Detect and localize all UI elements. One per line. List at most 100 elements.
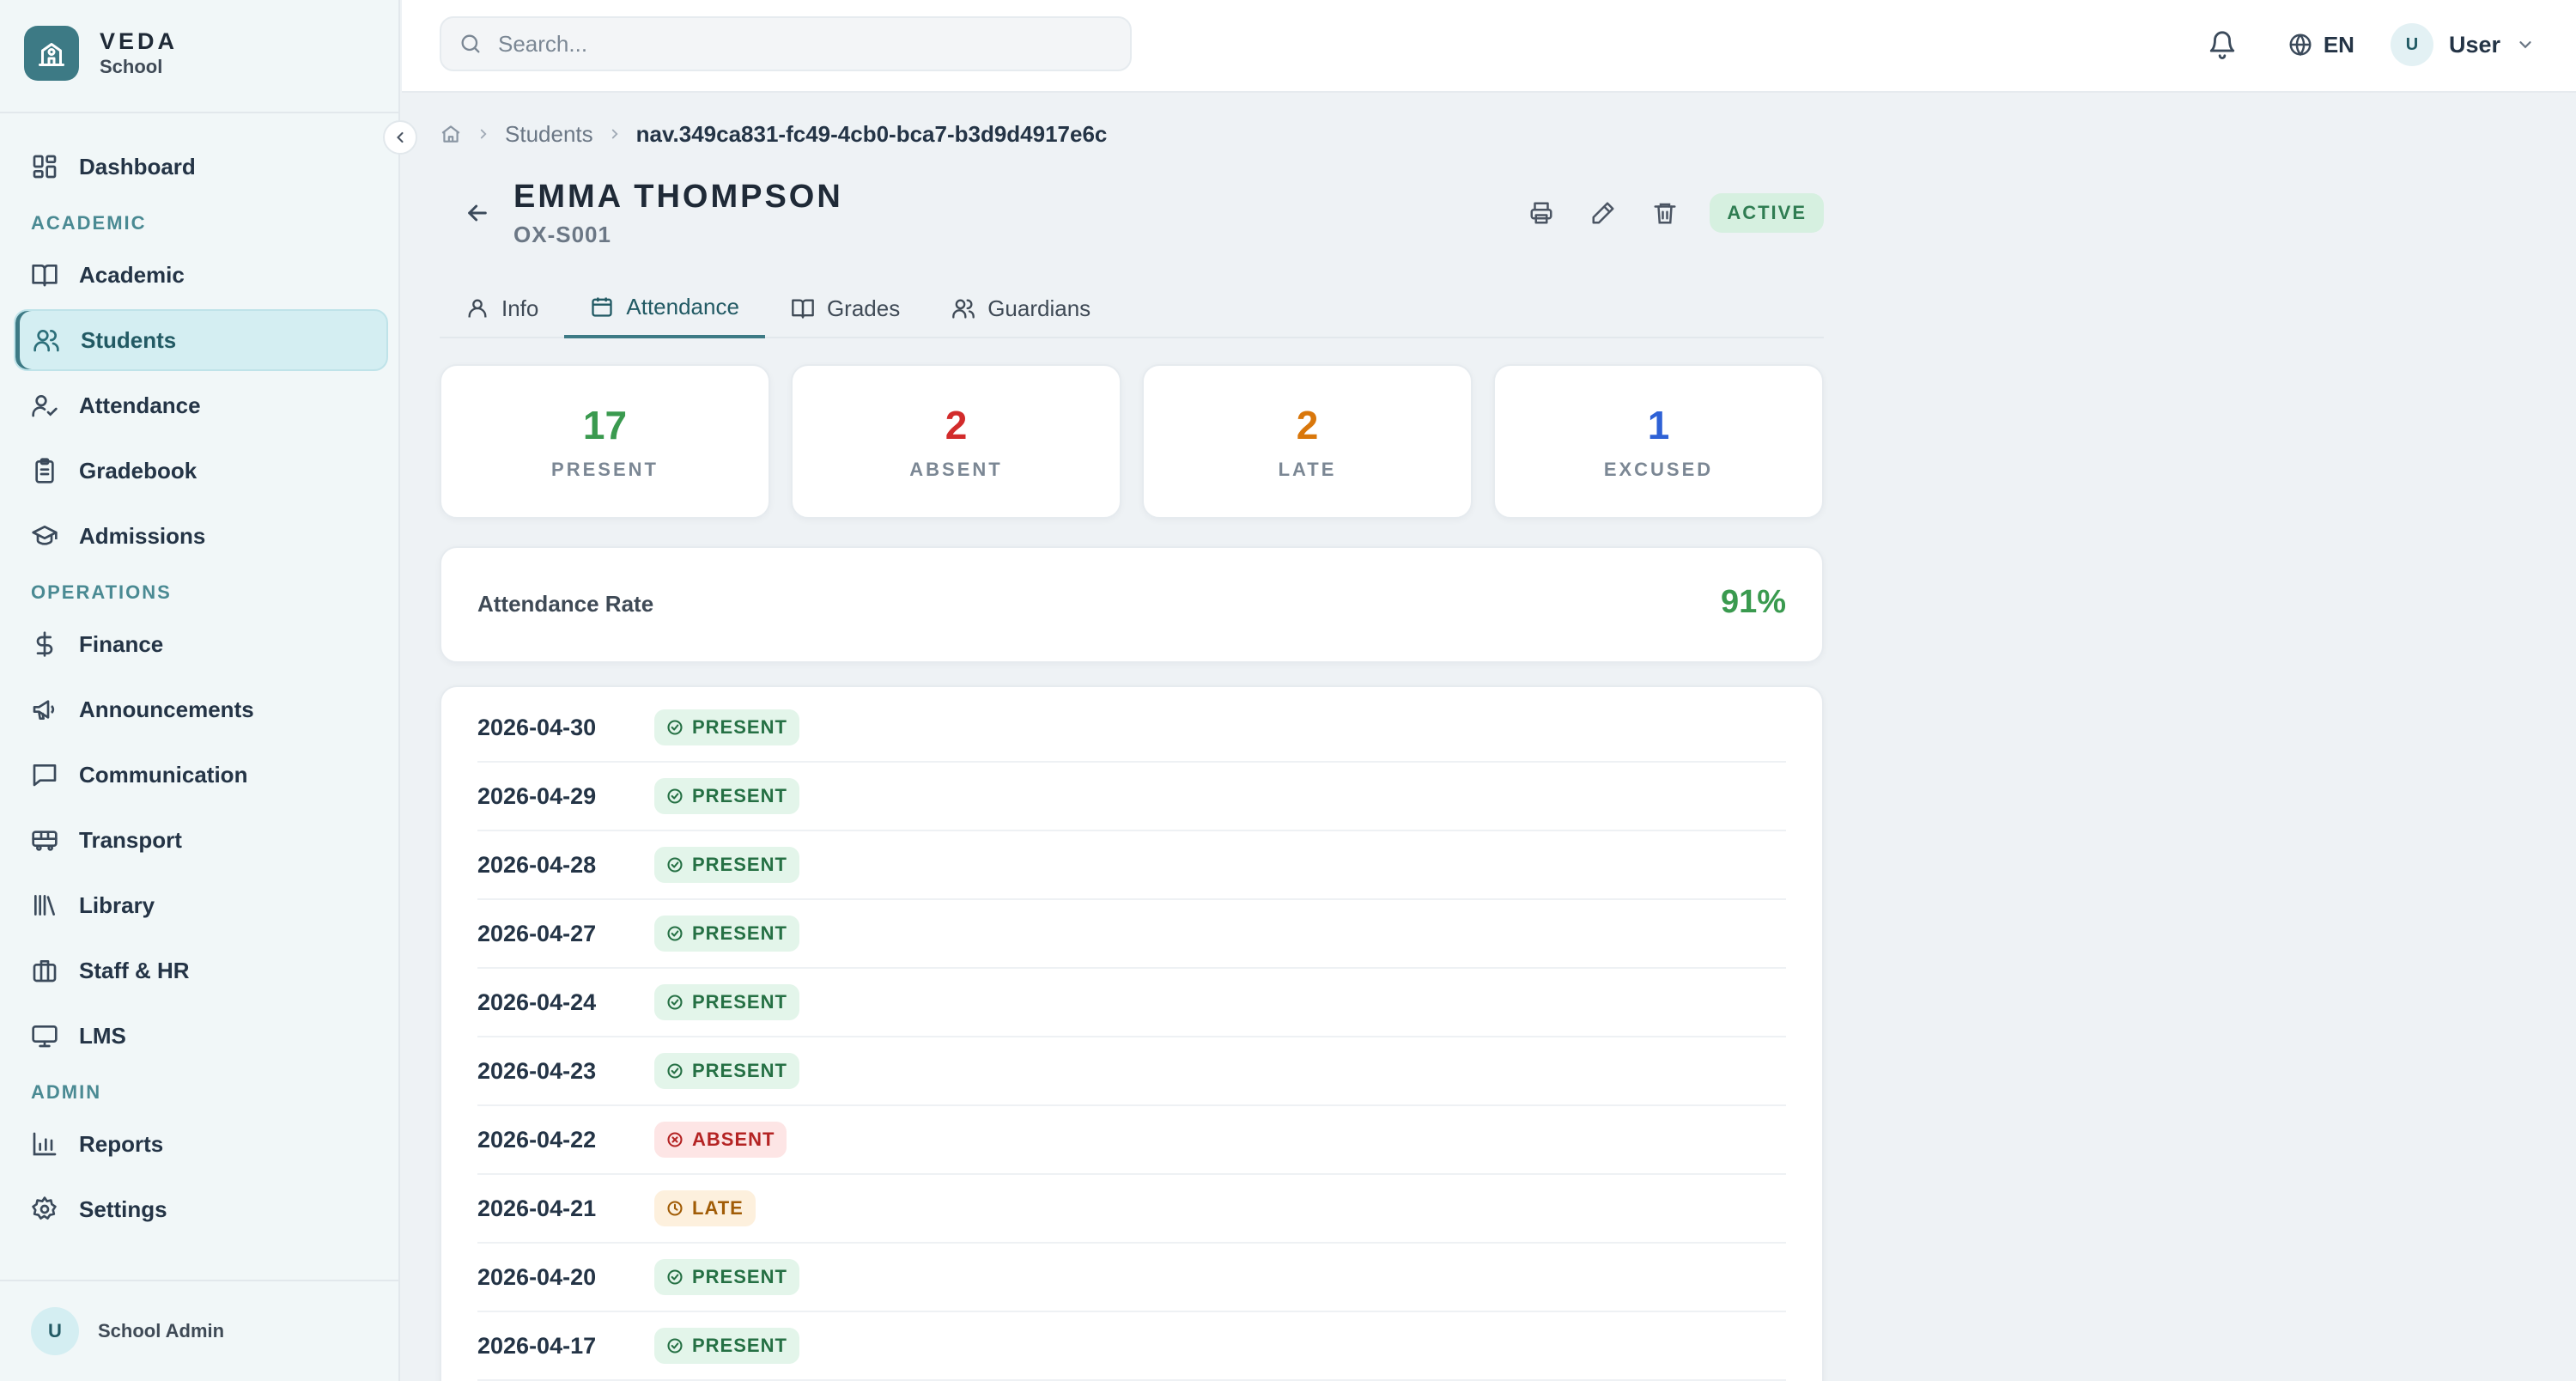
stat-label: ABSENT (909, 459, 1003, 480)
sidebar-item-label: Gradebook (79, 457, 197, 484)
tab-info[interactable]: Info (440, 278, 564, 338)
user-icon (468, 299, 487, 318)
sidebar-item-label: Settings (79, 1195, 167, 1222)
sidebar-item-communication[interactable]: Communication (14, 744, 388, 806)
status-badge: PRESENT (654, 709, 799, 745)
sidebar-footer[interactable]: U School Admin (0, 1280, 400, 1381)
stat-card-excused: 1 EXCUSED (1493, 364, 1824, 519)
stat-card-absent: 2 ABSENT (791, 364, 1121, 519)
users-icon (952, 299, 975, 319)
list-item: 2026-04-22 ABSENT (477, 1106, 1786, 1175)
record-date: 2026-04-30 (477, 714, 597, 740)
sidebar-item-library[interactable]: Library (14, 874, 388, 936)
collapse-sidebar-button[interactable] (383, 120, 417, 155)
sidebar-item-academic[interactable]: Academic (14, 244, 388, 306)
sidebar-item-reports[interactable]: Reports (14, 1113, 388, 1175)
student-tabs: Info Attendance Grades Guardians (440, 278, 1824, 338)
status-badge: ACTIVE (1710, 193, 1824, 233)
pencil-icon (1592, 202, 1614, 224)
sidebar-item-label: Dashboard (79, 153, 196, 179)
sidebar-item-label: Students (81, 326, 177, 353)
record-date: 2026-04-29 (477, 782, 597, 809)
language-selector[interactable]: EN (2287, 32, 2354, 58)
tab-label: Info (501, 295, 539, 321)
sidebar-item-announcements[interactable]: Announcements (14, 678, 388, 740)
stat-label: LATE (1278, 459, 1337, 480)
status-label: PRESENT (692, 922, 787, 944)
topbar-actions: EN U User (2198, 19, 2535, 70)
search-box[interactable] (440, 16, 1132, 71)
student-id: OX-S001 (513, 222, 611, 247)
tab-label: Attendance (626, 293, 739, 319)
record-date: 2026-04-23 (477, 1057, 597, 1084)
breadcrumb-students-link[interactable]: Students (505, 121, 593, 148)
sidebar-item-label: Communication (79, 761, 248, 788)
calendar-icon (592, 297, 613, 317)
list-item: 2026-04-28 PRESENT (477, 831, 1786, 900)
sidebar-item-attendance[interactable]: Attendance (14, 374, 388, 436)
status-label: PRESENT (692, 854, 787, 875)
bell-icon (2209, 31, 2234, 59)
avatar: U (31, 1307, 79, 1355)
arrow-left-icon (468, 204, 487, 222)
sidebar-item-staff-hr[interactable]: Staff & HR (14, 940, 388, 1001)
chevron-right-icon (476, 126, 491, 142)
bar-chart-icon (29, 1129, 60, 1159)
stat-card-present: 17 PRESENT (440, 364, 770, 519)
print-button[interactable] (1517, 189, 1565, 237)
status-badge: LATE (654, 1190, 756, 1226)
check-circle-icon (666, 994, 683, 1011)
status-label: PRESENT (692, 1060, 787, 1081)
delete-button[interactable] (1641, 189, 1689, 237)
check-circle-icon (666, 1337, 683, 1354)
status-badge: PRESENT (654, 984, 799, 1020)
sidebar-item-lms[interactable]: LMS (14, 1005, 388, 1067)
sidebar-item-label: Library (79, 891, 155, 918)
nav-section-operations: OPERATIONS (31, 581, 172, 603)
user-menu[interactable]: U User (2390, 23, 2535, 66)
sidebar-item-settings[interactable]: Settings (14, 1178, 388, 1240)
status-label: LATE (692, 1197, 744, 1219)
sidebar-item-transport[interactable]: Transport (14, 809, 388, 871)
brand[interactable]: VEDA School (24, 26, 178, 81)
attendance-rate-card: Attendance Rate 91% (440, 546, 1824, 663)
divider (0, 112, 400, 113)
x-circle-icon (666, 1131, 683, 1148)
trash-icon (1654, 203, 1676, 224)
tab-attendance[interactable]: Attendance (564, 278, 765, 338)
attendance-rate-value: 91% (1720, 584, 1786, 620)
attendance-records-list: 2026-04-30 PRESENT 2026-04-29 PRESENT 2026-0… (440, 685, 1824, 1381)
tab-label: Grades (826, 295, 901, 321)
status-label: PRESENT (692, 785, 787, 806)
stat-value: 1 (1647, 403, 1670, 447)
check-circle-icon (666, 788, 683, 805)
sidebar-item-students[interactable]: Students (14, 309, 388, 371)
sidebar-item-gradebook[interactable]: Gradebook (14, 440, 388, 502)
stat-card-late: 2 LATE (1142, 364, 1473, 519)
search-input[interactable] (498, 30, 1099, 58)
sidebar-item-admissions[interactable]: Admissions (14, 505, 388, 567)
check-circle-icon (666, 1268, 683, 1286)
breadcrumb: Students nav.349ca831-fc49-4cb0-bca7-b3d… (440, 119, 1107, 149)
status-label: ABSENT (692, 1129, 775, 1150)
footer-user-name: School Admin (98, 1320, 225, 1341)
brand-subtitle: School (100, 56, 163, 77)
sidebar-item-label: Finance (79, 630, 164, 657)
tab-guardians[interactable]: Guardians (926, 278, 1116, 338)
back-button[interactable] (452, 191, 503, 235)
notifications-button[interactable] (2198, 21, 2246, 69)
brand-name: VEDA (100, 28, 179, 54)
sidebar-item-finance[interactable]: Finance (14, 613, 388, 675)
sidebar-item-dashboard[interactable]: Dashboard (14, 136, 388, 198)
user-check-icon (29, 390, 60, 421)
list-item: 2026-04-30 PRESENT (477, 694, 1786, 763)
status-badge: PRESENT (654, 778, 799, 814)
edit-button[interactable] (1579, 189, 1627, 237)
printer-icon (1530, 202, 1552, 224)
home-icon[interactable] (440, 123, 462, 145)
tab-grades[interactable]: Grades (765, 278, 926, 338)
check-circle-icon (666, 719, 683, 736)
list-item: 2026-04-17 PRESENT (477, 1312, 1786, 1381)
status-badge: PRESENT (654, 1328, 799, 1364)
globe-icon (2289, 33, 2312, 57)
